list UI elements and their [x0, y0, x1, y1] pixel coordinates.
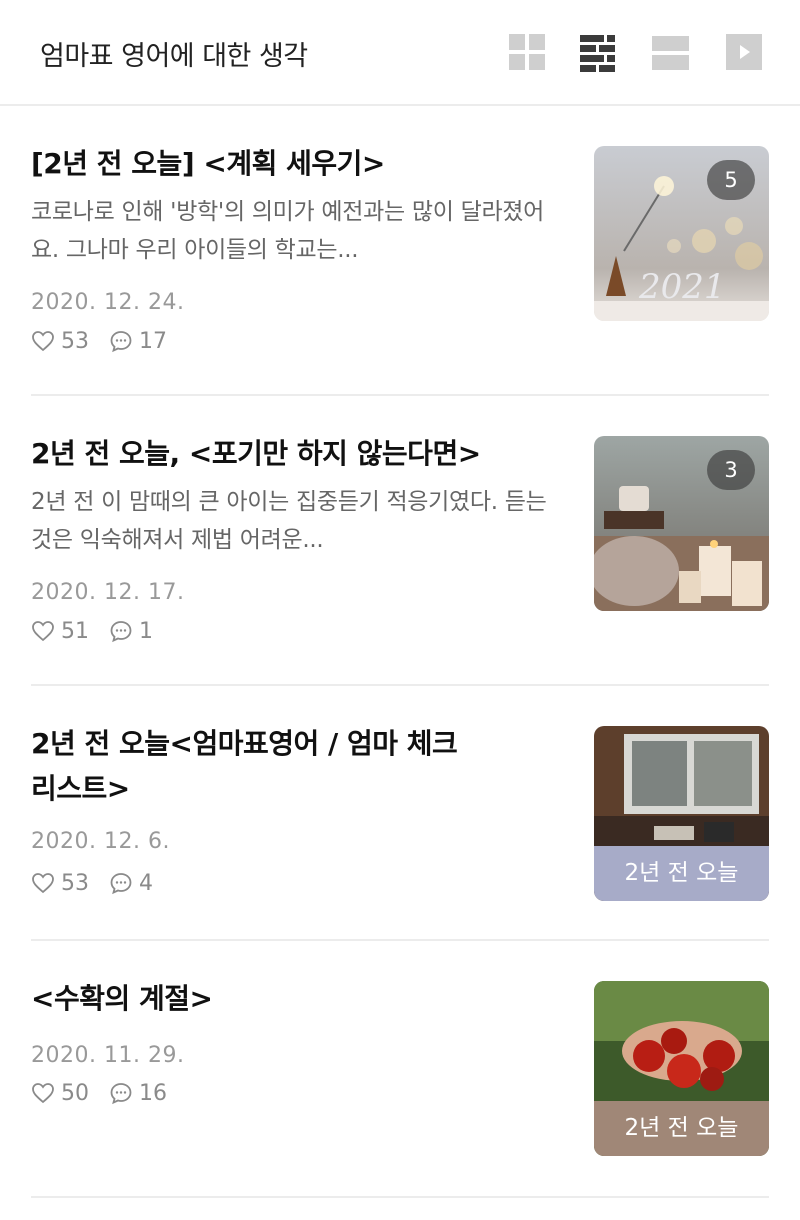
post-title[interactable]: <수확의 계절>	[31, 976, 551, 1021]
card-view-icon[interactable]	[652, 34, 690, 72]
post-meta: 53 17	[31, 328, 167, 354]
comment-count: 17	[139, 328, 167, 354]
post-meta: 50 16	[31, 1080, 167, 1106]
post-excerpt: 코로나로 인해 '방학'의 의미가 예전과는 많이 달라졌어요. 그나마 우리 …	[31, 199, 545, 263]
comment-icon[interactable]	[109, 329, 133, 353]
post-thumbnail[interactable]: 2021 5	[594, 146, 769, 321]
divider	[31, 394, 769, 396]
post-meta: 53 4	[31, 870, 153, 896]
comment-count: 16	[139, 1080, 167, 1106]
post-thumbnail[interactable]: 2년 전 오늘	[594, 726, 769, 901]
like-count: 51	[61, 618, 89, 644]
play-view-icon[interactable]	[726, 34, 762, 70]
comment-icon[interactable]	[109, 619, 133, 643]
thumbnail-label: 2년 전 오늘	[594, 846, 769, 901]
post-item[interactable]: 2년 전 오늘<엄마표영어 / 엄마 체크리스트> 2020. 12. 6. 5…	[31, 721, 769, 906]
comment-count: 4	[139, 870, 153, 896]
post-title[interactable]: [2년 전 오늘] <계획 세우기>	[31, 141, 551, 186]
post-excerpt: 2년 전 이 맘때의 큰 아이는 집중듣기 적응기였다. 듣는 것은 익숙해져서…	[31, 489, 547, 553]
thumbnail-label: 2년 전 오늘	[594, 1101, 769, 1156]
list-view-icon[interactable]	[580, 34, 618, 72]
post-thumbnail[interactable]: 2년 전 오늘	[594, 981, 769, 1156]
heart-icon[interactable]	[31, 329, 55, 353]
comment-icon[interactable]	[109, 871, 133, 895]
like-count: 53	[61, 328, 89, 354]
divider	[31, 939, 769, 941]
image-count-badge: 5	[707, 160, 755, 200]
like-count: 50	[61, 1080, 89, 1106]
divider	[31, 1196, 769, 1198]
post-date: 2020. 11. 29.	[31, 1043, 185, 1068]
post-date: 2020. 12. 6.	[31, 829, 170, 854]
post-meta: 51 1	[31, 618, 153, 644]
heart-icon[interactable]	[31, 1081, 55, 1105]
heart-icon[interactable]	[31, 871, 55, 895]
image-count-badge: 3	[707, 450, 755, 490]
post-title[interactable]: 2년 전 오늘<엄마표영어 / 엄마 체크리스트>	[31, 721, 481, 811]
post-date: 2020. 12. 24.	[31, 290, 185, 315]
comment-icon[interactable]	[109, 1081, 133, 1105]
post-item[interactable]: [2년 전 오늘] <계획 세우기> 코로나로 인해 '방학'의 의미가 예전과…	[31, 141, 769, 361]
divider	[31, 684, 769, 686]
comment-count: 1	[139, 618, 153, 644]
grid-view-icon[interactable]	[509, 34, 547, 72]
header-bar: 엄마표 영어에 대한 생각	[0, 0, 800, 106]
like-count: 53	[61, 870, 89, 896]
post-title[interactable]: 2년 전 오늘, <포기만 하지 않는다면>	[31, 431, 551, 476]
post-item[interactable]: 2년 전 오늘, <포기만 하지 않는다면> 2년 전 이 맘때의 큰 아이는 …	[31, 431, 769, 651]
post-thumbnail[interactable]: 3	[594, 436, 769, 611]
post-item[interactable]: <수확의 계절> 2020. 11. 29. 50 16 2년 전 오늘	[31, 976, 769, 1166]
category-title: 엄마표 영어에 대한 생각	[40, 41, 308, 72]
heart-icon[interactable]	[31, 619, 55, 643]
post-date: 2020. 12. 17.	[31, 580, 185, 605]
